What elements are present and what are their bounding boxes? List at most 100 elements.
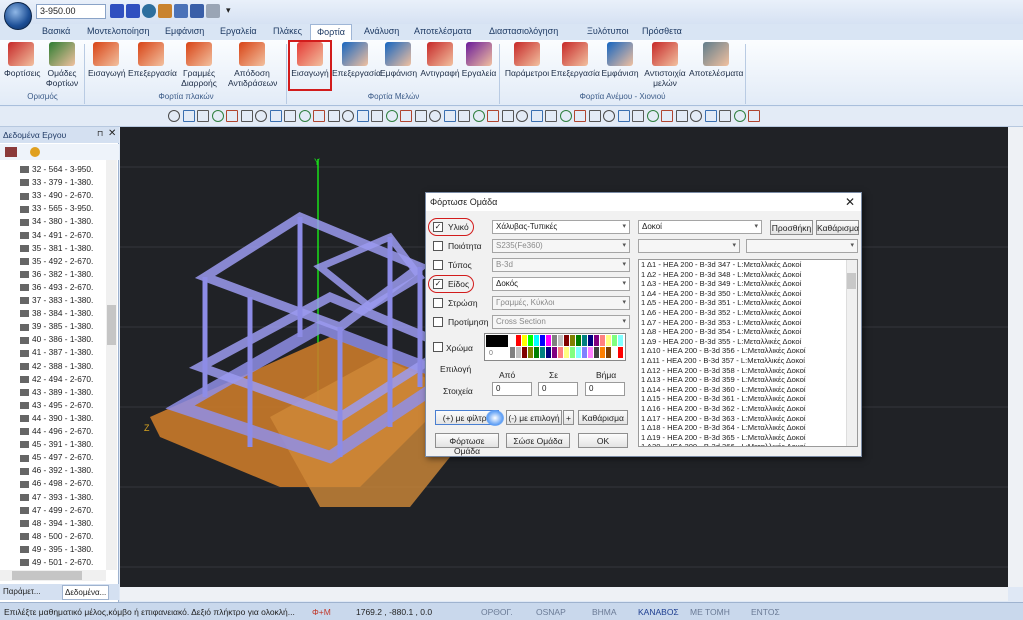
list-item[interactable]: 1 Δ16 - HEA 200 - B-3d 362 - L:Μεταλλικέ…: [639, 404, 857, 414]
palette-swatch[interactable]: [588, 347, 593, 358]
tab-addons[interactable]: Πρόσθετα: [640, 26, 684, 36]
scroll-thumb[interactable]: [12, 571, 82, 580]
toolbar-tool-icon[interactable]: [168, 110, 180, 122]
list-item[interactable]: 1 Δ11 - HEA 200 - B-3d 357 - L:Μεταλλικέ…: [639, 356, 857, 366]
tab-slabs[interactable]: Πλάκες: [271, 26, 304, 36]
toolbar-tool-icon[interactable]: [342, 110, 354, 122]
toolbar-tool-icon[interactable]: [212, 110, 224, 122]
ribbon-button[interactable]: Εργαλεία: [461, 42, 497, 90]
toolbar-tool-icon[interactable]: [284, 110, 296, 122]
print-icon[interactable]: [206, 4, 220, 18]
palette-swatch[interactable]: [516, 347, 521, 358]
tab-basic[interactable]: Βασικά: [40, 26, 72, 36]
toolbar-tool-icon[interactable]: [241, 110, 253, 122]
list-item[interactable]: 1 Δ20 - HEA 200 - B-3d 366 - L:Μεταλλικέ…: [639, 442, 857, 446]
tree-item[interactable]: 34 - 491 - 2-670.: [20, 230, 93, 240]
palette-swatch[interactable]: [612, 347, 617, 358]
customize-qat-icon[interactable]: ▾: [226, 5, 231, 16]
palette-swatch[interactable]: [618, 347, 623, 358]
toolbar-tool-icon[interactable]: [603, 110, 615, 122]
ribbon-button[interactable]: Απόδοση Αντιδράσεων: [228, 42, 277, 90]
tree-item[interactable]: 32 - 564 - 3-950.: [20, 164, 93, 174]
tree-item[interactable]: 41 - 387 - 1-380.: [20, 347, 93, 357]
palette-swatch[interactable]: [534, 335, 539, 346]
palette-swatch[interactable]: [606, 335, 611, 346]
list-item[interactable]: 1 Δ10 - HEA 200 - B-3d 356 - L:Μεταλλικέ…: [639, 346, 857, 356]
toolbar-tool-icon[interactable]: [226, 110, 238, 122]
list-item[interactable]: 1 Δ2 - HEA 200 - B-3d 348 - L:Μεταλλικές…: [639, 270, 857, 280]
elements-list[interactable]: 1 Δ1 - HEA 200 - B-3d 347 - L:Μεταλλικές…: [638, 259, 858, 447]
ortho-toggle[interactable]: ΟΡΘΟΓ.: [481, 607, 513, 617]
ribbon-button[interactable]: Φορτίσεις: [4, 42, 41, 90]
list-item[interactable]: 1 Δ18 - HEA 200 - B-3d 364 - L:Μεταλλικέ…: [639, 423, 857, 433]
palette-swatch[interactable]: [594, 347, 599, 358]
tab-formwork[interactable]: Ξυλότυποι: [585, 26, 631, 36]
panel-vertical-scrollbar[interactable]: [106, 160, 117, 570]
palette-swatch[interactable]: [570, 335, 575, 346]
close-icon[interactable]: ✕: [108, 128, 116, 139]
application-menu-button[interactable]: [4, 2, 32, 30]
tree-item[interactable]: 49 - 501 - 2-670.: [20, 557, 93, 567]
list-item[interactable]: 1 Δ9 - HEA 200 - B-3d 355 - L:Μεταλλικές…: [639, 337, 857, 347]
tab-parameters[interactable]: Παράμετ...: [3, 587, 41, 596]
toolbar-tool-icon[interactable]: [371, 110, 383, 122]
color-checkbox[interactable]: [433, 342, 443, 352]
list-item[interactable]: 1 Δ8 - HEA 200 - B-3d 354 - L:Μεταλλικές…: [639, 327, 857, 337]
palette-swatch[interactable]: [564, 335, 569, 346]
palette-swatch[interactable]: [552, 335, 557, 346]
tab-results[interactable]: Αποτελέσματα: [412, 26, 474, 36]
toolbar-tool-icon[interactable]: [400, 110, 412, 122]
list-item[interactable]: 1 Δ7 - HEA 200 - B-3d 353 - L:Μεταλλικές…: [639, 318, 857, 328]
tree-item[interactable]: 36 - 493 - 2-670.: [20, 282, 93, 292]
palette-swatch[interactable]: [558, 335, 563, 346]
row-checkbox[interactable]: [433, 241, 443, 251]
tree-item[interactable]: 45 - 391 - 1-380.: [20, 439, 93, 449]
tree-item[interactable]: 43 - 389 - 1-380.: [20, 387, 93, 397]
palette-swatch[interactable]: [546, 347, 551, 358]
list-item[interactable]: 1 Δ13 - HEA 200 - B-3d 359 - L:Μεταλλικέ…: [639, 375, 857, 385]
toolbar-tool-icon[interactable]: [270, 110, 282, 122]
category-combo[interactable]: Δοκοί ▾: [638, 220, 762, 234]
palette-swatch[interactable]: [546, 335, 551, 346]
ribbon-button[interactable]: Αποτελέσματα: [689, 42, 743, 90]
tree-item[interactable]: 35 - 492 - 2-670.: [20, 256, 93, 266]
remove-with-selection-button[interactable]: (-) με επιλογή: [506, 410, 562, 425]
open-icon[interactable]: [158, 4, 172, 18]
tree-item[interactable]: 42 - 494 - 2-670.: [20, 374, 93, 384]
tab-modeling[interactable]: Μοντελοποίηση: [85, 26, 151, 36]
toolbar-tool-icon[interactable]: [618, 110, 630, 122]
toolbar-tool-icon[interactable]: [647, 110, 659, 122]
palette-swatch[interactable]: [570, 347, 575, 358]
palette-swatch[interactable]: [522, 347, 527, 358]
tab-tools[interactable]: Εργαλεία: [218, 26, 259, 36]
ribbon-button[interactable]: Εισαγωγή: [88, 42, 126, 90]
toolbar-tool-icon[interactable]: [473, 110, 485, 122]
pin-icon[interactable]: ⊓: [97, 129, 103, 138]
toolbar-tool-icon[interactable]: [734, 110, 746, 122]
ribbon-button[interactable]: Επεξεργασία: [551, 42, 600, 90]
row-checkbox[interactable]: [433, 298, 443, 308]
palette-swatch[interactable]: [618, 335, 623, 346]
palette-swatch[interactable]: [582, 335, 587, 346]
palette-swatch[interactable]: [516, 335, 521, 346]
arrow-up-icon[interactable]: [110, 4, 124, 18]
toolbar-tool-icon[interactable]: [502, 110, 514, 122]
ribbon-button[interactable]: Αντιγραφή: [418, 42, 462, 90]
list-item[interactable]: 1 Δ1 - HEA 200 - B-3d 347 - L:Μεταλλικές…: [639, 260, 857, 270]
toolbar-tool-icon[interactable]: [313, 110, 325, 122]
palette-swatch[interactable]: [582, 347, 587, 358]
toolbar-tool-icon[interactable]: [661, 110, 673, 122]
row-combo[interactable]: S235(Fe360) ▾: [492, 239, 630, 253]
toolbar-tool-icon[interactable]: [560, 110, 572, 122]
subcategory-combo[interactable]: ▾: [638, 239, 740, 253]
globe-icon[interactable]: [142, 4, 156, 18]
list-item[interactable]: 1 Δ15 - HEA 200 - B-3d 361 - L:Μεταλλικέ…: [639, 394, 857, 404]
toolbar-tool-icon[interactable]: [415, 110, 427, 122]
toolbar-tool-icon[interactable]: [574, 110, 586, 122]
list-item[interactable]: 1 Δ5 - HEA 200 - B-3d 351 - L:Μεταλλικές…: [639, 298, 857, 308]
toolbar-tool-icon[interactable]: [328, 110, 340, 122]
save-group-button[interactable]: Σώσε Ομάδα: [506, 433, 570, 448]
tree-item[interactable]: 47 - 393 - 1-380.: [20, 492, 93, 502]
palette-swatch[interactable]: [600, 347, 605, 358]
toolbar-tool-icon[interactable]: [632, 110, 644, 122]
